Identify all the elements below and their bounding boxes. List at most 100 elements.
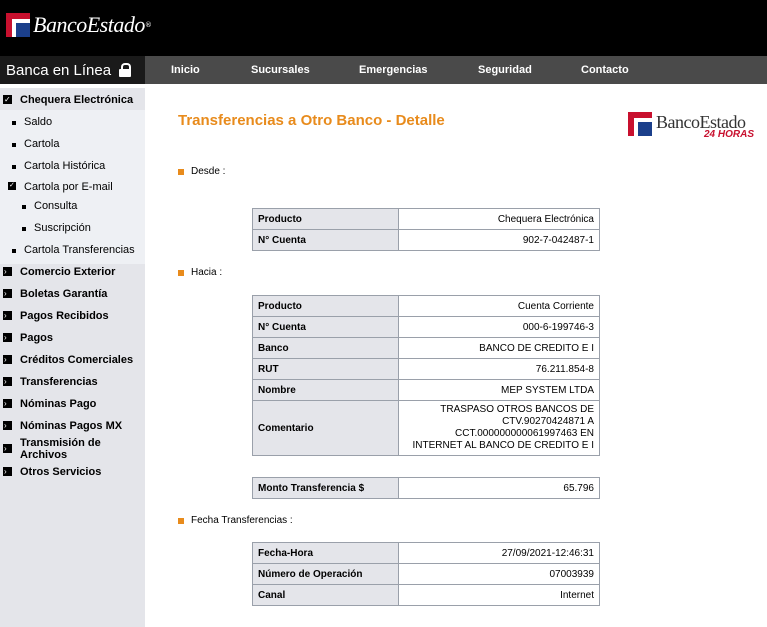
sidebar-item-label: Boletas Garantía bbox=[20, 288, 108, 300]
section-fecha-label: Fecha Transferencias : bbox=[191, 515, 293, 526]
nav-emergencias[interactable]: Emergencias bbox=[359, 56, 427, 84]
sidebar-item-label: Nóminas Pagos MX bbox=[20, 420, 123, 432]
expand-icon: › bbox=[3, 333, 12, 342]
sidebar-item-label: Cartola Transferencias bbox=[24, 244, 135, 256]
sidebar-item-label-line2: Archivos bbox=[20, 449, 68, 461]
page-title: Transferencias a Otro Banco - Detalle bbox=[178, 112, 445, 129]
sidebar-item-creditos-comerciales[interactable]: › Créditos Comerciales bbox=[0, 354, 145, 370]
sidebar-item-label: Otros Servicios bbox=[20, 466, 102, 478]
sidebar-item-cartola-historica[interactable]: Cartola Histórica bbox=[0, 160, 145, 176]
table-key: Nombre bbox=[252, 379, 399, 401]
sidebar-item-label: Transferencias bbox=[20, 376, 98, 388]
table-key: Número de Operación bbox=[252, 563, 399, 585]
sidebar-item-transferencias[interactable]: › Transferencias bbox=[0, 376, 145, 392]
sidebar-item-label: Cartola Histórica bbox=[24, 160, 106, 172]
sidebar-item-comercio-exterior[interactable]: › Comercio Exterior bbox=[0, 266, 145, 282]
section-bullet-icon bbox=[178, 270, 184, 276]
expand-icon: › bbox=[3, 311, 12, 320]
table-key: Fecha-Hora bbox=[252, 542, 399, 564]
banca-en-linea-bar: Banca en Línea bbox=[0, 56, 145, 84]
comentario-line: INTERNET AL BANCO DE CREDITO E I bbox=[412, 440, 594, 451]
sidebar-item-label-line1: Transmisión de bbox=[20, 437, 101, 449]
bancoestado-24horas-logo: BancoEstado 24 HORAS bbox=[628, 112, 758, 142]
table-key: Producto bbox=[252, 295, 399, 317]
table-value: MEP SYSTEM LTDA bbox=[398, 379, 600, 401]
hacia-table: Producto Cuenta Corriente N° Cuenta 000-… bbox=[252, 295, 600, 456]
table-key: RUT bbox=[252, 358, 399, 380]
bancoestado-logo-icon bbox=[6, 13, 30, 37]
bancoestado-logo-icon bbox=[628, 112, 652, 136]
brand-name: BancoEstado bbox=[33, 12, 145, 37]
table-key: Comentario bbox=[252, 400, 399, 456]
nav-inicio[interactable]: Inicio bbox=[171, 56, 200, 84]
sidebar-item-transmision-archivos[interactable]: › Transmisión de Archivos bbox=[0, 437, 145, 461]
sidebar-item-consulta[interactable]: Consulta bbox=[0, 200, 145, 216]
table-row: Producto Chequera Electrónica bbox=[252, 208, 600, 230]
section-hacia-label: Hacia : bbox=[191, 267, 223, 278]
bullet-icon bbox=[22, 205, 26, 209]
sidebar-item-cartola[interactable]: Cartola bbox=[0, 138, 145, 154]
sidebar-item-label: Cartola bbox=[24, 138, 60, 150]
expand-icon: › bbox=[3, 399, 12, 408]
sidebar-item-label: Créditos Comerciales bbox=[20, 354, 134, 366]
bullet-icon bbox=[12, 249, 16, 253]
sidebar-item-suscripcion[interactable]: Suscripción bbox=[0, 222, 145, 238]
bancoestado-logo[interactable]: BancoEstado ® bbox=[6, 12, 152, 38]
sidebar-item-label: Saldo bbox=[24, 116, 53, 128]
collapse-icon: ✓ bbox=[3, 95, 12, 104]
table-value: 27/09/2021-12:46:31 bbox=[398, 542, 600, 564]
sidebar-item-saldo[interactable]: Saldo bbox=[0, 116, 145, 132]
sidebar-item-label: Cartola por E-mail bbox=[24, 181, 113, 193]
table-row: Comentario TRASPASO OTROS BANCOS DE CTV.… bbox=[252, 400, 600, 456]
bullet-icon bbox=[22, 227, 26, 231]
collapse-icon: ✓ bbox=[8, 182, 16, 190]
expand-icon: › bbox=[3, 267, 12, 276]
comentario-line: CTV.90270424871 A bbox=[502, 416, 594, 427]
fecha-table: Fecha-Hora 27/09/2021-12:46:31 Número de… bbox=[252, 542, 600, 606]
sidebar-item-label: Comercio Exterior bbox=[20, 266, 116, 278]
table-value: Cuenta Corriente bbox=[398, 295, 600, 317]
expand-icon: › bbox=[3, 289, 12, 298]
sidebar-item-cartola-email[interactable]: ✓ Cartola por E-mail bbox=[0, 181, 145, 197]
section-bullet-icon bbox=[178, 518, 184, 524]
desde-table: Producto Chequera Electrónica N° Cuenta … bbox=[252, 208, 600, 251]
banca-en-linea-label: Banca en Línea bbox=[6, 61, 112, 79]
table-value: 07003939 bbox=[398, 563, 600, 585]
table-row: Fecha-Hora 27/09/2021-12:46:31 bbox=[252, 542, 600, 564]
table-value: 76.211.854-8 bbox=[398, 358, 600, 380]
table-row: Canal Internet bbox=[252, 584, 600, 606]
table-value: 000-6-199746-3 bbox=[398, 316, 600, 338]
table-value: Chequera Electrónica bbox=[398, 208, 600, 230]
sidebar-item-nominas-pago[interactable]: › Nóminas Pago bbox=[0, 398, 145, 414]
sidebar-item-boletas-garantia[interactable]: › Boletas Garantía bbox=[0, 288, 145, 304]
table-row: Monto Transferencia $ 65.796 bbox=[252, 477, 600, 499]
sidebar-item-pagos[interactable]: › Pagos bbox=[0, 332, 145, 348]
sidebar-item-otros-servicios[interactable]: › Otros Servicios bbox=[0, 466, 145, 482]
table-key: Banco bbox=[252, 337, 399, 359]
lock-icon bbox=[119, 63, 132, 77]
nav-contacto[interactable]: Contacto bbox=[581, 56, 629, 84]
table-row: Banco BANCO DE CREDITO E I bbox=[252, 337, 600, 359]
section-bullet-icon bbox=[178, 169, 184, 175]
expand-icon: › bbox=[3, 355, 12, 364]
sidebar-item-nominas-pagos-mx[interactable]: › Nóminas Pagos MX bbox=[0, 420, 145, 436]
expand-icon: › bbox=[3, 467, 12, 476]
nav-sucursales[interactable]: Sucursales bbox=[251, 56, 310, 84]
sidebar-item-label: Chequera Electrónica bbox=[20, 94, 134, 106]
bullet-icon bbox=[12, 165, 16, 169]
logo24-tag: 24 HORAS bbox=[704, 129, 755, 140]
expand-icon: › bbox=[3, 444, 12, 453]
table-row: N° Cuenta 902-7-042487-1 bbox=[252, 229, 600, 251]
expand-icon: › bbox=[3, 421, 12, 430]
sidebar-item-pagos-recibidos[interactable]: › Pagos Recibidos bbox=[0, 310, 145, 326]
nav-seguridad[interactable]: Seguridad bbox=[478, 56, 532, 84]
top-navigation: Inicio Sucursales Emergencias Seguridad … bbox=[145, 56, 767, 84]
sidebar-item-chequera[interactable]: ✓ Chequera Electrónica bbox=[0, 94, 145, 110]
table-key: N° Cuenta bbox=[252, 229, 399, 251]
table-key: Producto bbox=[252, 208, 399, 230]
table-value: Internet bbox=[398, 584, 600, 606]
table-key: Canal bbox=[252, 584, 399, 606]
table-value: 65.796 bbox=[398, 477, 600, 499]
table-key: N° Cuenta bbox=[252, 316, 399, 338]
sidebar-item-cartola-transferencias[interactable]: Cartola Transferencias bbox=[0, 244, 145, 260]
